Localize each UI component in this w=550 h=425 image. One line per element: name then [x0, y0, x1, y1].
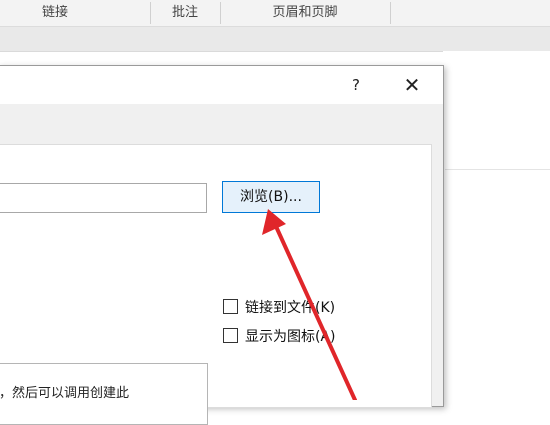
ribbon-group-labels: 链接 批注 页眉和页脚	[0, 0, 550, 27]
document-divider	[445, 169, 550, 170]
insert-object-dialog: ? ✕ 浏览(B)... 链接到文件(K) 显示为图标(A) ，然后可以调用创建…	[0, 65, 444, 425]
result-description-box: ，然后可以调用创建此	[0, 363, 208, 425]
help-button[interactable]: ?	[344, 74, 368, 96]
dialog-titlebar: ? ✕	[0, 66, 443, 104]
ribbon-group-links: 链接	[41, 5, 68, 20]
ribbon-group-comments: 批注	[171, 5, 198, 20]
document-area	[443, 51, 550, 400]
file-name-input[interactable]	[0, 183, 207, 213]
create-from-file-panel: 浏览(B)... 链接到文件(K) 显示为图标(A) ，然后可以调用创建此	[0, 144, 432, 425]
display-as-icon-option[interactable]: 显示为图标(A)	[223, 327, 336, 347]
ribbon-group-header-footer: 页眉和页脚	[272, 5, 338, 20]
link-to-file-label: 链接到文件(K)	[245, 300, 336, 316]
result-description-text: ，然后可以调用创建此	[0, 386, 130, 401]
ribbon-bottom-bar	[0, 27, 550, 52]
browse-button[interactable]: 浏览(B)...	[222, 181, 320, 213]
display-as-icon-checkbox[interactable]	[223, 328, 238, 343]
link-to-file-option[interactable]: 链接到文件(K)	[223, 298, 335, 318]
close-button[interactable]: ✕	[397, 72, 427, 98]
link-to-file-checkbox[interactable]	[223, 299, 238, 314]
display-as-icon-label: 显示为图标(A)	[245, 329, 336, 345]
ribbon-separator	[390, 2, 391, 24]
